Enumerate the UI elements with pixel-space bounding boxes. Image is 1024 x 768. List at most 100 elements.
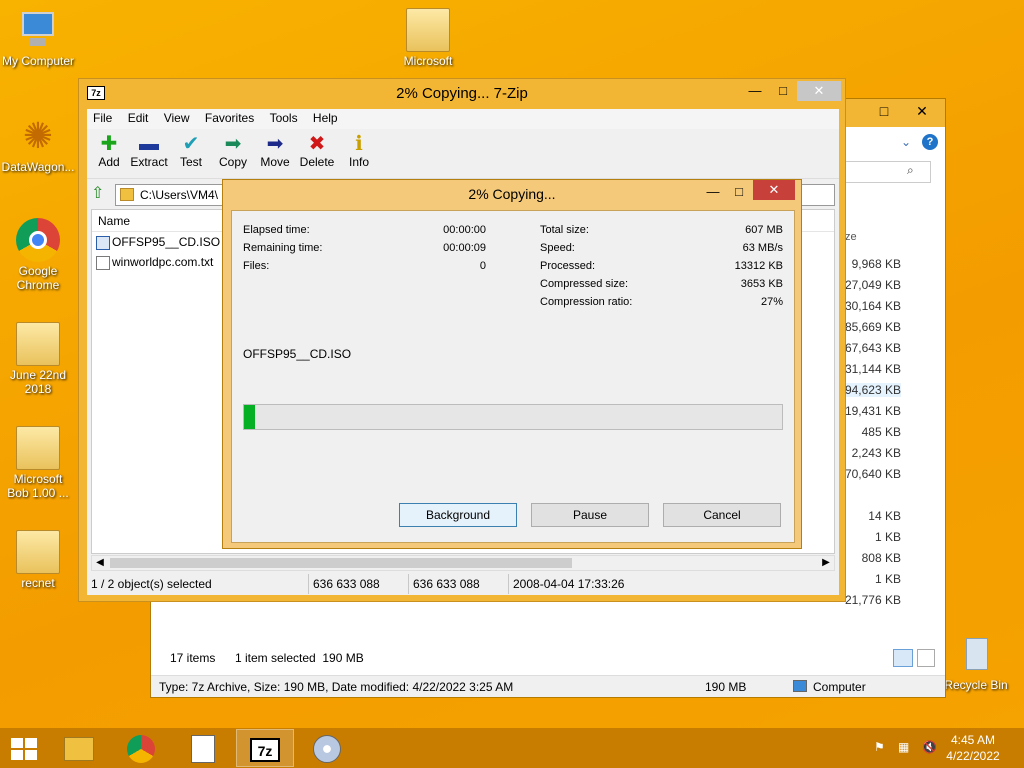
desktop-icon-microsoft-office[interactable]: Microsoft (390, 8, 466, 68)
taskbar-notepad-app[interactable] (174, 729, 232, 767)
start-button[interactable] (0, 729, 48, 767)
delete-label: Delete (299, 155, 335, 169)
elapsed-time-label: Elapsed time: (243, 224, 310, 236)
desktop-icon-microsoft-bob[interactable]: Microsoft Bob 1.00 ... (0, 426, 76, 500)
minimize-icon[interactable]: — (741, 81, 769, 101)
close-icon[interactable]: ✕ (753, 180, 795, 200)
clock-date: 4/22/2022 (946, 749, 1000, 763)
menu-view[interactable]: View (158, 109, 196, 127)
cd-disc-icon (313, 735, 341, 764)
clock[interactable]: 4:45 AM 4/22/2022 (938, 732, 1008, 764)
folder-icon (16, 426, 60, 470)
desktop-icon-recycle-bin[interactable]: Recycle Bin (938, 632, 1014, 692)
chrome-icon (127, 735, 155, 764)
taskbar-7zip[interactable]: 7z (236, 729, 294, 767)
desktop-icon-label: My Computer (1, 54, 75, 68)
desktop-icon-label: recnet (21, 576, 55, 590)
desktop-icon-label: June 22nd 2018 (9, 368, 67, 396)
maximize-icon[interactable]: □ (725, 182, 753, 202)
total-size-label: Total size: (540, 224, 589, 236)
zip-window-title: 2% Copying... 7-Zip (396, 85, 528, 102)
desktop-icon-datawagon[interactable]: ✺ DataWagon... (0, 114, 76, 174)
pause-button[interactable]: Pause (531, 503, 649, 527)
move-label: Move (260, 155, 290, 169)
info-button[interactable]: ℹ Info (337, 133, 381, 169)
chevron-down-icon[interactable]: ⌄ (901, 135, 911, 149)
desktop-icon-june-22nd-2018[interactable]: June 22nd 2018 (0, 322, 76, 396)
desktop-icon-google-chrome[interactable]: Google Chrome (0, 218, 76, 292)
tiles-view-icon[interactable] (917, 649, 935, 667)
help-icon[interactable]: ? (922, 134, 938, 150)
files-value: 0 (479, 260, 486, 272)
close-icon[interactable]: ✕ (909, 101, 935, 121)
status-type: Type: 7z Archive, Size: 190 MB, Date mod… (159, 680, 514, 694)
maximize-icon[interactable]: □ (871, 101, 897, 121)
zip-statusbar: 1 / 2 object(s) selected 636 633 088 636… (87, 574, 839, 594)
plus-icon: ✚ (100, 133, 118, 155)
scrollbar-thumb[interactable] (110, 558, 572, 568)
status-selection: 1 / 2 object(s) selected (87, 574, 309, 594)
search-box[interactable] (845, 161, 931, 183)
compressed-size-label: Compressed size: (540, 278, 629, 290)
minimize-icon[interactable]: — (699, 182, 727, 202)
maximize-icon[interactable]: □ (769, 81, 797, 101)
delete-button[interactable]: ✖ Delete (295, 133, 339, 169)
taskbar-chrome[interactable] (112, 729, 170, 767)
desktop-icon-my-computer[interactable]: My Computer (0, 8, 76, 68)
move-button[interactable]: ➡ Move (253, 133, 297, 169)
dialog-body: Elapsed time: 00:00:00 Remaining time: 0… (231, 210, 795, 543)
file-explorer-icon (64, 737, 94, 762)
status-packed-size: 636 633 088 (409, 574, 509, 594)
info-label: Info (348, 155, 369, 169)
scroll-left-icon[interactable]: ◀ (92, 556, 108, 570)
menu-tools[interactable]: Tools (264, 109, 304, 127)
7zip-taskbar-icon: 7z (250, 738, 280, 763)
taskbar-cd-app[interactable] (298, 729, 356, 767)
horizontal-scrollbar[interactable]: ◀ ▶ (91, 555, 835, 571)
close-icon[interactable]: ✕ (797, 81, 841, 101)
minus-icon: ▬ (139, 133, 159, 155)
copy-progress-dialog[interactable]: 2% Copying... — □ ✕ Elapsed time: 00:00:… (222, 179, 802, 549)
info-icon: ℹ (355, 133, 363, 155)
desktop-icon-recnet[interactable]: recnet (0, 530, 76, 590)
taskbar: 7z ⚑ ▦ 🔇 4:45 AM 4/22/2022 (0, 728, 1024, 768)
test-button[interactable]: ✔ Test (169, 133, 213, 169)
copy-label: Copy (218, 155, 247, 169)
scroll-right-icon[interactable]: ▶ (818, 556, 834, 570)
action-center-flag-icon[interactable]: ⚑ (874, 740, 885, 754)
menu-favorites[interactable]: Favorites (199, 109, 260, 127)
toolbar: ✚ Add ▬ Extract ✔ Test ➡ Copy ➡ Move ✖ D… (87, 129, 839, 179)
details-view-icon[interactable] (893, 649, 913, 667)
volume-muted-icon[interactable]: 🔇 (922, 740, 937, 754)
extract-button[interactable]: ▬ Extract (127, 133, 171, 169)
computer-icon (793, 680, 807, 692)
folder-icon (16, 322, 60, 366)
computer-icon (16, 8, 60, 52)
desktop-icon-label: Microsoft (403, 54, 453, 68)
address-path: C:\Users\VM4\ (140, 188, 219, 202)
total-size-value: 607 MB (745, 224, 783, 236)
menu-edit[interactable]: Edit (122, 109, 155, 127)
add-button[interactable]: ✚ Add (87, 133, 131, 169)
menu-file[interactable]: File (87, 109, 118, 127)
test-label: Test (179, 155, 202, 169)
up-folder-icon[interactable]: ⇧ (91, 185, 109, 203)
processed-label: Processed: (540, 260, 596, 272)
desktop-icon-label: Recycle Bin (944, 678, 1008, 692)
copy-button[interactable]: ➡ Copy (211, 133, 255, 169)
check-icon: ✔ (182, 133, 200, 155)
menu-help[interactable]: Help (307, 109, 344, 127)
status-date: 2008-04-04 17:33:26 (513, 577, 625, 591)
background-button[interactable]: Background (399, 503, 517, 527)
remaining-time-label: Remaining time: (243, 242, 323, 254)
cancel-button[interactable]: Cancel (663, 503, 781, 527)
folder-icon (406, 8, 450, 52)
datawagon-icon: ✺ (22, 115, 54, 156)
network-icon[interactable]: ▦ (898, 740, 909, 754)
folder-icon (16, 530, 60, 574)
files-label: Files: (243, 260, 270, 272)
file-name: OFFSP95__CD.ISO (112, 235, 221, 249)
compression-ratio-label: Compression ratio: (540, 296, 633, 308)
column-header-size[interactable]: ze (845, 231, 857, 243)
taskbar-file-explorer[interactable] (50, 729, 108, 767)
